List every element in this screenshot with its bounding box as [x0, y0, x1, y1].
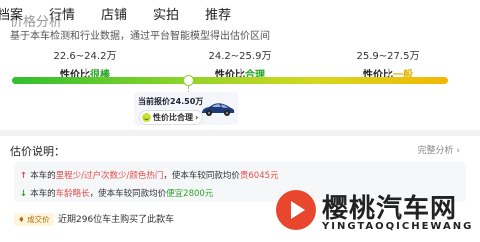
reason-text: ，使本车较同款均价	[163, 171, 240, 181]
tab-recommend[interactable]: 推荐	[205, 4, 231, 24]
arrow-up-icon: ↑	[20, 171, 28, 181]
watermark-pinyin: YINGTAOQICHEWANG	[322, 221, 474, 232]
reason-highlight: 车龄略长	[55, 189, 90, 199]
deal-text[interactable]: 近期296位车主购买了此款车	[58, 212, 174, 225]
reason-highlight: 里程少/过户次数少/颜色热门	[55, 171, 164, 181]
reason-item: ↑ 本车的里程少/过户次数少/颜色热门，使本车较同款均价贵6045元	[20, 169, 279, 181]
reason-text: ，使本车较同款均价	[89, 189, 167, 199]
full-analysis-link[interactable]: 完整分析 ›	[418, 143, 460, 156]
car-icon	[202, 103, 235, 116]
tab-store[interactable]: 店铺	[101, 4, 127, 24]
tab-photos[interactable]: 实拍	[153, 4, 179, 24]
reason-text: 本车的	[30, 189, 56, 199]
play-icon	[291, 201, 305, 219]
range-tick	[240, 68, 241, 76]
reason-value: 便宜2800元	[166, 189, 214, 199]
range-tick	[85, 68, 86, 76]
reason-value: 贵6045元	[239, 171, 279, 181]
range-good-value: 22.6~24.2万	[53, 51, 117, 62]
current-price-card[interactable]: 当前报价24.50万 性价比合理 ›	[134, 92, 238, 125]
watermark-name: 樱桃汽车网	[322, 194, 458, 224]
range-fair-value: 24.2~25.9万	[208, 51, 272, 62]
watermark-logo	[276, 190, 316, 230]
range-tick	[388, 68, 389, 76]
chevron-right-icon: ›	[195, 113, 199, 122]
current-price: 当前报价24.50万	[138, 97, 204, 106]
smile-icon	[142, 113, 151, 122]
arrow-down-icon: ↓	[20, 189, 28, 199]
current-price-marker	[183, 75, 194, 86]
subtitle: 基于本车检测和行业数据，通过平台智能模型得出估价区间	[10, 31, 270, 42]
value-badge-label: 性价比合理	[153, 113, 193, 122]
section-divider	[0, 130, 480, 136]
price-range-bar	[12, 77, 448, 84]
reason-item: ↓ 本车的车龄略长，使本车较同款均价便宜2800元	[20, 187, 213, 199]
deal-price-badge: ♦ 成交价	[14, 213, 54, 226]
explanation-title: 估价说明：	[10, 145, 65, 158]
reason-text: 本车的	[30, 171, 56, 181]
range-average-value: 25.9~27.5万	[356, 51, 420, 62]
value-badge[interactable]: 性价比合理 ›	[139, 110, 204, 125]
